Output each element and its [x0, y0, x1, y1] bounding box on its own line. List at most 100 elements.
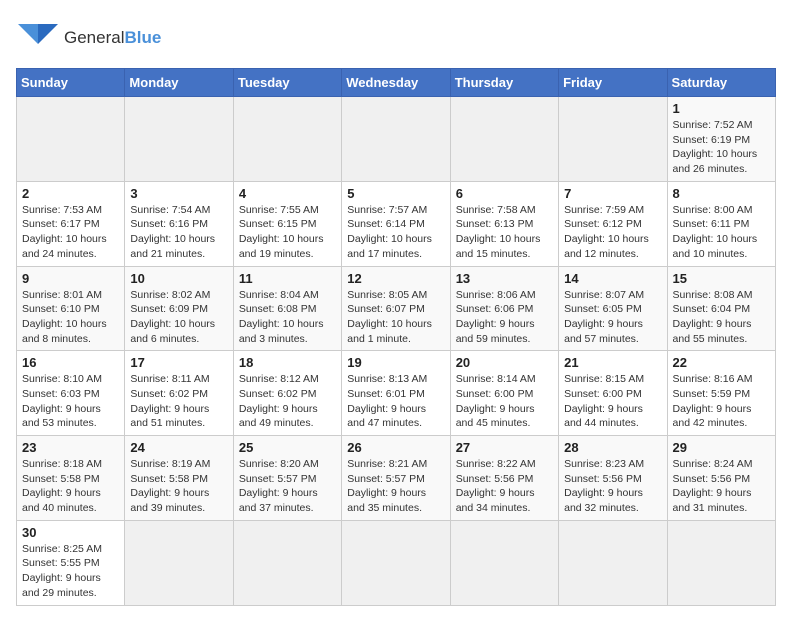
calendar-cell: 26 Sunrise: 8:21 AM Sunset: 5:57 PM Dayli…	[342, 436, 450, 521]
day-info: Sunrise: 8:05 AM Sunset: 6:07 PM Dayligh…	[347, 288, 444, 347]
day-info: Sunrise: 7:58 AM Sunset: 6:13 PM Dayligh…	[456, 203, 553, 262]
day-info: Sunrise: 8:14 AM Sunset: 6:00 PM Dayligh…	[456, 372, 553, 431]
calendar-cell: 8 Sunrise: 8:00 AM Sunset: 6:11 PM Daylig…	[667, 181, 775, 266]
calendar-cell: 17 Sunrise: 8:11 AM Sunset: 6:02 PM Dayli…	[125, 351, 233, 436]
day-number: 13	[456, 271, 553, 286]
logo: GeneralBlue	[16, 16, 161, 60]
day-info: Sunrise: 8:18 AM Sunset: 5:58 PM Dayligh…	[22, 457, 119, 516]
calendar-cell: 22 Sunrise: 8:16 AM Sunset: 5:59 PM Dayli…	[667, 351, 775, 436]
calendar-cell: 13 Sunrise: 8:06 AM Sunset: 6:06 PM Dayli…	[450, 266, 558, 351]
calendar-cell: 25Sunrise: 8:20 AM Sunset: 5:57 PM Dayli…	[233, 436, 341, 521]
day-number: 27	[456, 440, 553, 455]
day-number: 23	[22, 440, 119, 455]
day-number: 6	[456, 186, 553, 201]
calendar-cell: 20 Sunrise: 8:14 AM Sunset: 6:00 PM Dayli…	[450, 351, 558, 436]
day-info: Sunrise: 7:59 AM Sunset: 6:12 PM Dayligh…	[564, 203, 661, 262]
calendar-cell: 19Sunrise: 8:13 AM Sunset: 6:01 PM Dayli…	[342, 351, 450, 436]
day-info: Sunrise: 8:11 AM Sunset: 6:02 PM Dayligh…	[130, 372, 227, 431]
calendar-cell: 7 Sunrise: 7:59 AM Sunset: 6:12 PM Daylig…	[559, 181, 667, 266]
calendar-cell	[17, 97, 125, 182]
day-info: Sunrise: 7:54 AM Sunset: 6:16 PM Dayligh…	[130, 203, 227, 262]
header-day-friday: Friday	[559, 69, 667, 97]
calendar-cell	[125, 520, 233, 605]
day-info: Sunrise: 8:04 AM Sunset: 6:08 PM Dayligh…	[239, 288, 336, 347]
calendar-week-2: 9Sunrise: 8:01 AM Sunset: 6:10 PM Daylig…	[17, 266, 776, 351]
day-number: 29	[673, 440, 770, 455]
calendar-cell: 21Sunrise: 8:15 AM Sunset: 6:00 PM Dayli…	[559, 351, 667, 436]
day-info: Sunrise: 8:24 AM Sunset: 5:56 PM Dayligh…	[673, 457, 770, 516]
calendar-cell: 24 Sunrise: 8:19 AM Sunset: 5:58 PM Dayli…	[125, 436, 233, 521]
day-info: Sunrise: 8:13 AM Sunset: 6:01 PM Dayligh…	[347, 372, 444, 431]
header-row: SundayMondayTuesdayWednesdayThursdayFrid…	[17, 69, 776, 97]
calendar-week-3: 16 Sunrise: 8:10 AM Sunset: 6:03 PM Dayli…	[17, 351, 776, 436]
day-info: Sunrise: 8:21 AM Sunset: 5:57 PM Dayligh…	[347, 457, 444, 516]
calendar-cell	[342, 97, 450, 182]
calendar-body: 1Sunrise: 7:52 AM Sunset: 6:19 PM Daylig…	[17, 97, 776, 606]
day-info: Sunrise: 7:55 AM Sunset: 6:15 PM Dayligh…	[239, 203, 336, 262]
day-number: 15	[673, 271, 770, 286]
calendar-cell: 16 Sunrise: 8:10 AM Sunset: 6:03 PM Dayli…	[17, 351, 125, 436]
day-info: Sunrise: 8:16 AM Sunset: 5:59 PM Dayligh…	[673, 372, 770, 431]
day-info: Sunrise: 8:15 AM Sunset: 6:00 PM Dayligh…	[564, 372, 661, 431]
day-info: Sunrise: 8:12 AM Sunset: 6:02 PM Dayligh…	[239, 372, 336, 431]
calendar-cell: 1Sunrise: 7:52 AM Sunset: 6:19 PM Daylig…	[667, 97, 775, 182]
calendar-cell	[559, 97, 667, 182]
calendar-cell	[342, 520, 450, 605]
day-info: Sunrise: 7:53 AM Sunset: 6:17 PM Dayligh…	[22, 203, 119, 262]
day-info: Sunrise: 8:00 AM Sunset: 6:11 PM Dayligh…	[673, 203, 770, 262]
generalblue-logo-icon	[16, 16, 60, 60]
calendar-cell	[667, 520, 775, 605]
header-day-wednesday: Wednesday	[342, 69, 450, 97]
calendar-cell: 30 Sunrise: 8:25 AM Sunset: 5:55 PM Dayli…	[17, 520, 125, 605]
calendar-cell: 9Sunrise: 8:01 AM Sunset: 6:10 PM Daylig…	[17, 266, 125, 351]
calendar-cell: 12 Sunrise: 8:05 AM Sunset: 6:07 PM Dayli…	[342, 266, 450, 351]
day-number: 7	[564, 186, 661, 201]
calendar-cell	[125, 97, 233, 182]
day-info: Sunrise: 8:08 AM Sunset: 6:04 PM Dayligh…	[673, 288, 770, 347]
calendar-cell	[450, 97, 558, 182]
calendar-week-1: 2 Sunrise: 7:53 AM Sunset: 6:17 PM Daylig…	[17, 181, 776, 266]
day-info: Sunrise: 7:57 AM Sunset: 6:14 PM Dayligh…	[347, 203, 444, 262]
day-number: 28	[564, 440, 661, 455]
day-number: 8	[673, 186, 770, 201]
header-day-saturday: Saturday	[667, 69, 775, 97]
calendar-cell: 10Sunrise: 8:02 AM Sunset: 6:09 PM Dayli…	[125, 266, 233, 351]
day-number: 24	[130, 440, 227, 455]
calendar-cell	[559, 520, 667, 605]
day-number: 5	[347, 186, 444, 201]
day-info: Sunrise: 8:19 AM Sunset: 5:58 PM Dayligh…	[130, 457, 227, 516]
calendar-cell: 2 Sunrise: 7:53 AM Sunset: 6:17 PM Daylig…	[17, 181, 125, 266]
day-info: Sunrise: 8:06 AM Sunset: 6:06 PM Dayligh…	[456, 288, 553, 347]
calendar-cell: 18Sunrise: 8:12 AM Sunset: 6:02 PM Dayli…	[233, 351, 341, 436]
day-info: Sunrise: 8:02 AM Sunset: 6:09 PM Dayligh…	[130, 288, 227, 347]
calendar-cell	[233, 520, 341, 605]
day-number: 30	[22, 525, 119, 540]
day-number: 26	[347, 440, 444, 455]
calendar-week-0: 1Sunrise: 7:52 AM Sunset: 6:19 PM Daylig…	[17, 97, 776, 182]
logo-text: GeneralBlue	[64, 28, 161, 48]
day-number: 22	[673, 355, 770, 370]
day-info: Sunrise: 8:23 AM Sunset: 5:56 PM Dayligh…	[564, 457, 661, 516]
day-info: Sunrise: 8:25 AM Sunset: 5:55 PM Dayligh…	[22, 542, 119, 601]
calendar-cell: 15 Sunrise: 8:08 AM Sunset: 6:04 PM Dayli…	[667, 266, 775, 351]
calendar-header: SundayMondayTuesdayWednesdayThursdayFrid…	[17, 69, 776, 97]
calendar-cell: 28 Sunrise: 8:23 AM Sunset: 5:56 PM Dayli…	[559, 436, 667, 521]
day-number: 17	[130, 355, 227, 370]
calendar-cell: 29 Sunrise: 8:24 AM Sunset: 5:56 PM Dayli…	[667, 436, 775, 521]
calendar-cell: 5 Sunrise: 7:57 AM Sunset: 6:14 PM Daylig…	[342, 181, 450, 266]
day-number: 20	[456, 355, 553, 370]
day-info: Sunrise: 8:01 AM Sunset: 6:10 PM Dayligh…	[22, 288, 119, 347]
calendar-cell: 11Sunrise: 8:04 AM Sunset: 6:08 PM Dayli…	[233, 266, 341, 351]
calendar-cell: 27 Sunrise: 8:22 AM Sunset: 5:56 PM Dayli…	[450, 436, 558, 521]
calendar-week-4: 23 Sunrise: 8:18 AM Sunset: 5:58 PM Dayli…	[17, 436, 776, 521]
day-number: 2	[22, 186, 119, 201]
day-info: Sunrise: 8:22 AM Sunset: 5:56 PM Dayligh…	[456, 457, 553, 516]
header-day-thursday: Thursday	[450, 69, 558, 97]
day-number: 12	[347, 271, 444, 286]
day-info: Sunrise: 8:10 AM Sunset: 6:03 PM Dayligh…	[22, 372, 119, 431]
calendar-cell: 4Sunrise: 7:55 AM Sunset: 6:15 PM Daylig…	[233, 181, 341, 266]
day-number: 16	[22, 355, 119, 370]
day-number: 1	[673, 101, 770, 116]
calendar-cell	[450, 520, 558, 605]
calendar-cell: 23 Sunrise: 8:18 AM Sunset: 5:58 PM Dayli…	[17, 436, 125, 521]
